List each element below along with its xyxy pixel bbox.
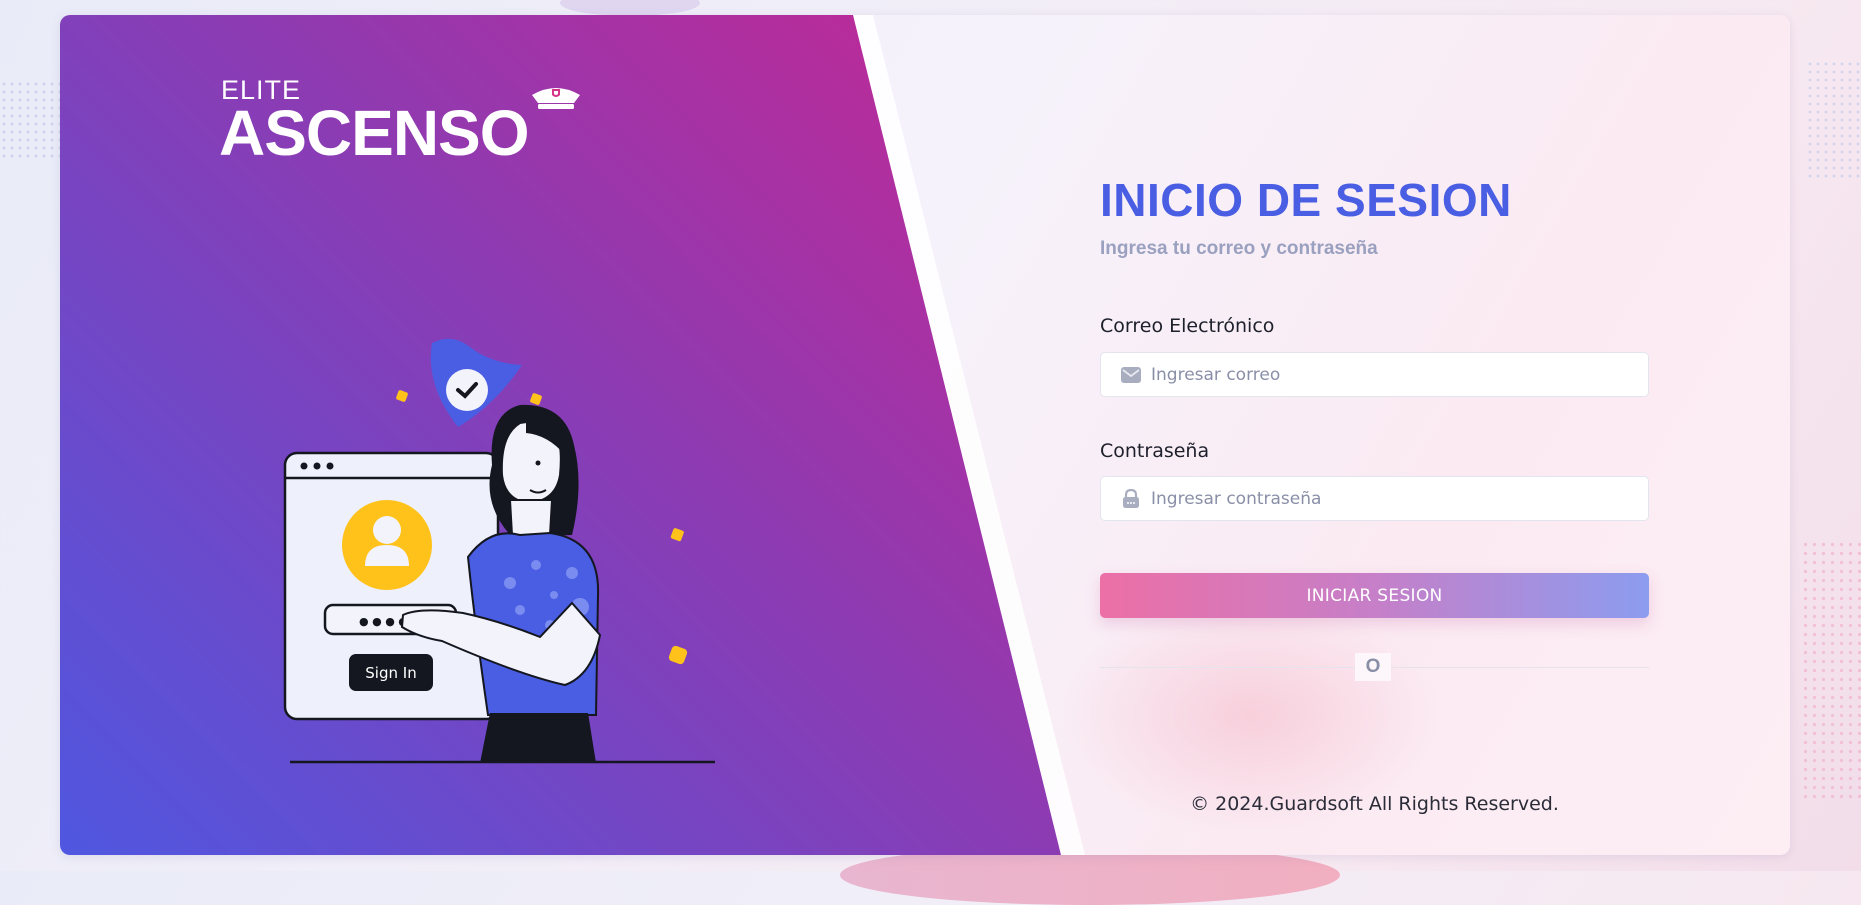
illustration-signin-label: Sign In xyxy=(365,664,416,682)
password-field[interactable] xyxy=(1100,476,1649,521)
email-field[interactable] xyxy=(1100,352,1649,397)
background-blob xyxy=(560,0,700,16)
page-title: INICIO DE SESION xyxy=(1100,174,1512,226)
login-form: INICIO DE SESION Ingresa tu correo y con… xyxy=(1100,15,1660,855)
brand-big-text: ASCENSO xyxy=(219,97,529,169)
copyright-footer: © 2024.Guardsoft All Rights Reserved. xyxy=(1190,793,1559,815)
password-label: Contraseña xyxy=(1100,440,1210,462)
login-illustration: ● ● ● ● ● Sign In xyxy=(283,338,715,764)
email-input[interactable] xyxy=(1151,353,1631,396)
login-card: ELITE ASCENSO ● ● ● ● ● Sign In INICIO D… xyxy=(60,15,1790,855)
envelope-icon xyxy=(1121,367,1141,383)
background-dots xyxy=(0,80,60,160)
login-button[interactable]: INICIAR SESION xyxy=(1100,573,1649,618)
divider-text: O xyxy=(1355,653,1391,681)
lock-icon xyxy=(1123,489,1139,508)
background-dots xyxy=(1806,60,1861,180)
brand-logo: ELITE ASCENSO xyxy=(219,63,601,173)
background-dots xyxy=(1801,540,1861,800)
email-label: Correo Electrónico xyxy=(1100,315,1275,337)
password-input[interactable] xyxy=(1151,477,1631,520)
police-cap-icon xyxy=(532,88,580,109)
page-subtitle: Ingresa tu correo y contraseña xyxy=(1100,238,1378,259)
